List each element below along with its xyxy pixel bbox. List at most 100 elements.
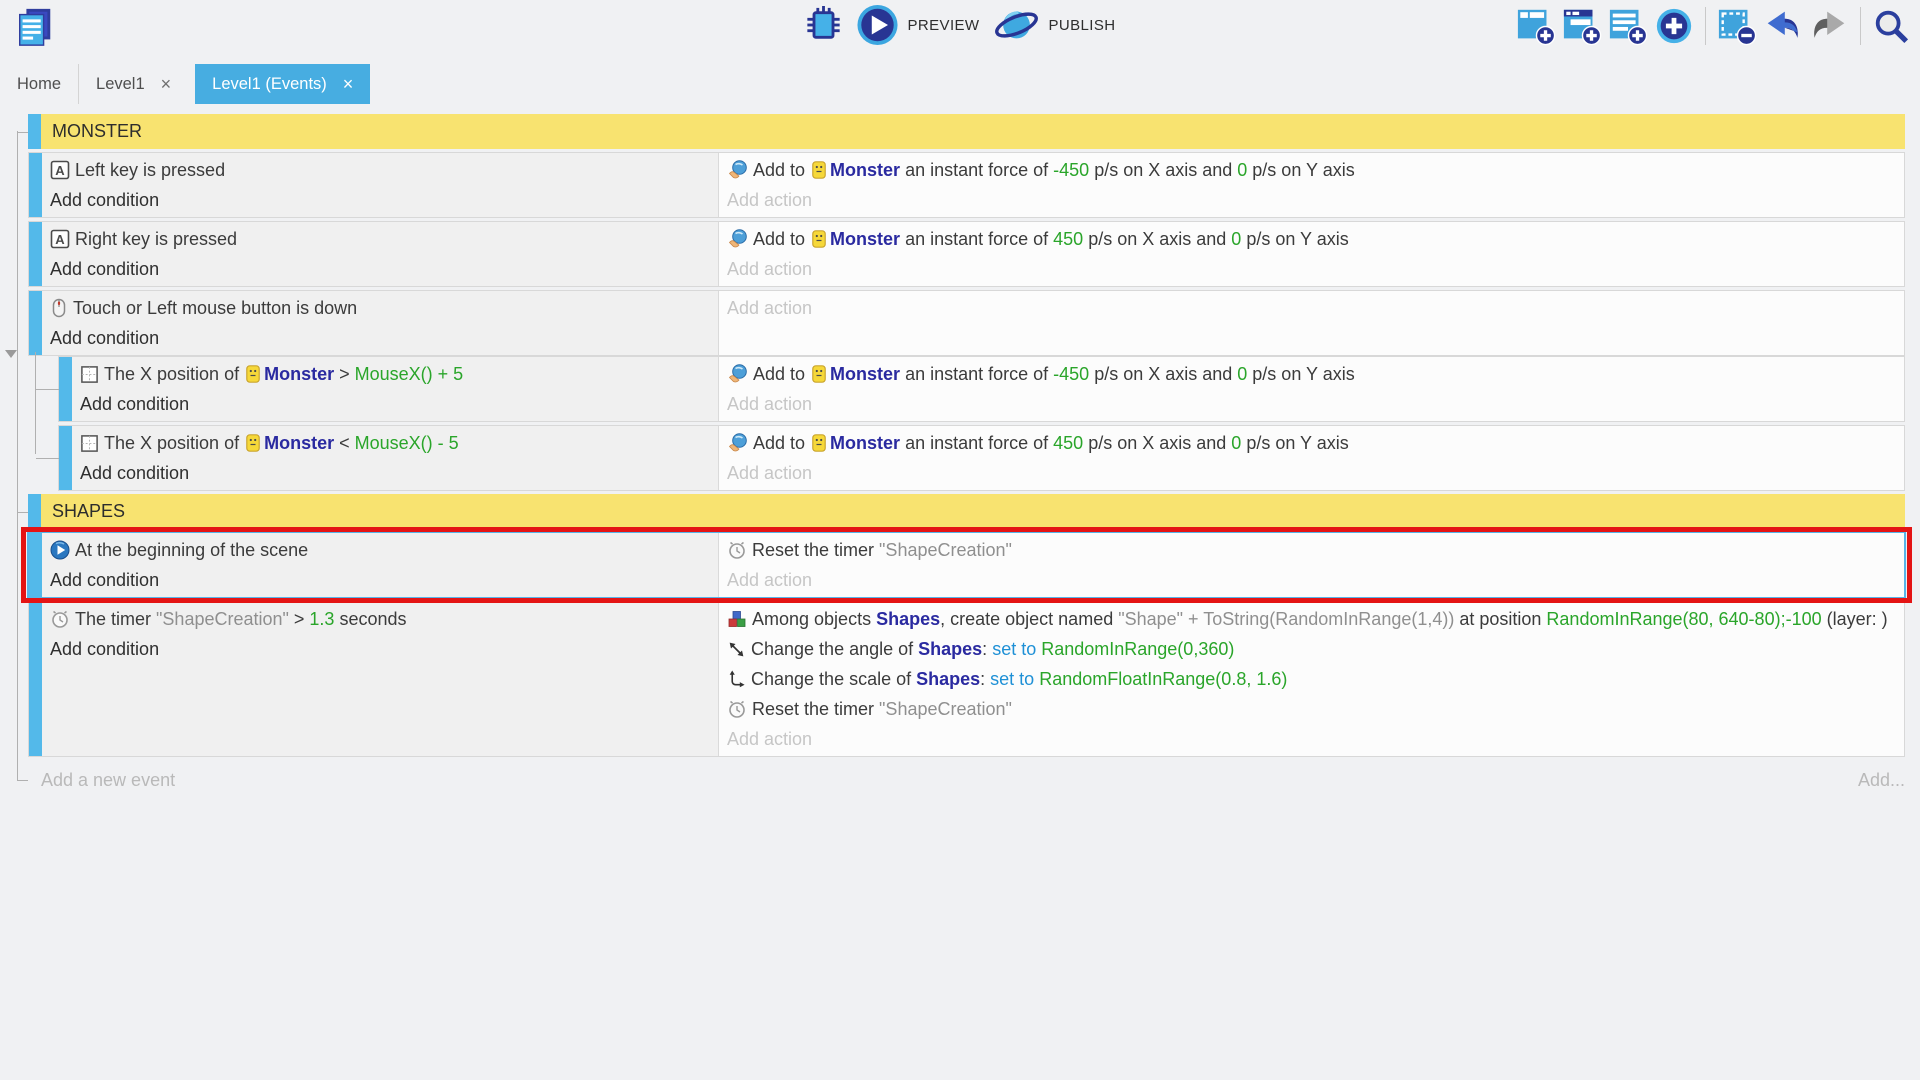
- add-event-icon[interactable]: [1516, 6, 1556, 46]
- add-comment-icon[interactable]: [1608, 6, 1648, 46]
- token-plain: >: [334, 364, 355, 384]
- token-setto: set to: [992, 639, 1041, 659]
- close-icon[interactable]: ×: [161, 75, 172, 93]
- action-line[interactable]: Add to Monster an instant force of -450 …: [727, 359, 1896, 389]
- token-expr: -450: [1053, 364, 1089, 384]
- token-plain: Reset the timer: [752, 540, 879, 560]
- comment-text[interactable]: MONSTER: [41, 114, 1905, 149]
- token-expr: 0: [1237, 160, 1247, 180]
- token-expr: RandomInRange(80, 640-80);-100: [1546, 609, 1821, 629]
- action-line[interactable]: Add to Monster an instant force of -450 …: [727, 155, 1896, 185]
- sub-events: The X position of Monster > MouseX() + 5…: [58, 356, 1905, 491]
- event-selection-strip[interactable]: [29, 602, 42, 756]
- add-new-event-button[interactable]: Add a new event: [41, 765, 175, 795]
- condition-line[interactable]: ALeft key is pressed: [50, 155, 710, 185]
- add-action-button[interactable]: Add action: [727, 565, 1896, 595]
- token-expr: RandomInRange(0,360): [1041, 639, 1234, 659]
- action-line[interactable]: Reset the timer "ShapeCreation": [727, 535, 1896, 565]
- event-selection-strip[interactable]: [28, 494, 41, 529]
- event-selection-strip[interactable]: [29, 153, 42, 217]
- add-action-button[interactable]: Add action: [727, 185, 1896, 215]
- event-selection-strip[interactable]: [59, 357, 72, 421]
- add-action-button[interactable]: Add action: [727, 293, 1896, 323]
- action-line[interactable]: Change the angle of Shapes: set to Rando…: [727, 634, 1896, 664]
- token-object: Shapes: [876, 609, 940, 629]
- condition-line[interactable]: At the beginning of the scene: [50, 535, 710, 565]
- search-icon[interactable]: [1872, 7, 1910, 45]
- token-plain: The X position of: [104, 433, 244, 453]
- tab-level1[interactable]: Level1 ×: [78, 64, 188, 104]
- token-string: "ShapeCreation": [156, 609, 289, 629]
- project-manager-icon[interactable]: [14, 5, 56, 49]
- condition-line[interactable]: The X position of Monster < MouseX() - 5: [80, 428, 710, 458]
- event-selection-strip[interactable]: [59, 426, 72, 490]
- conditions-cell: Touch or Left mouse button is downAdd co…: [42, 291, 719, 355]
- action-line[interactable]: Change the scale of Shapes: set to Rando…: [727, 664, 1896, 694]
- add-condition-button[interactable]: Add condition: [50, 323, 710, 353]
- token-plain: p/s on Y axis: [1241, 229, 1348, 249]
- add-condition-button[interactable]: Add condition: [80, 458, 710, 488]
- event-selection-strip[interactable]: [29, 291, 42, 355]
- add-action-button[interactable]: Add action: [727, 724, 1896, 754]
- close-icon[interactable]: ×: [343, 75, 354, 93]
- events-list: MONSTERALeft key is pressedAdd condition…: [28, 114, 1905, 757]
- action-line[interactable]: Among objects Shapes, create object name…: [727, 604, 1896, 634]
- event-selection-strip[interactable]: [28, 114, 41, 149]
- scale-icon: [727, 670, 746, 689]
- add-subevent-icon[interactable]: [1562, 6, 1602, 46]
- token-expr: MouseX() - 5: [355, 433, 459, 453]
- add-more-button[interactable]: Add...: [1858, 765, 1905, 795]
- comment-text[interactable]: SHAPES: [41, 494, 1905, 529]
- fold-arrow-icon[interactable]: [5, 350, 17, 364]
- conditions-cell: ALeft key is pressedAdd condition: [42, 153, 719, 217]
- action-line[interactable]: Add to Monster an instant force of 450 p…: [727, 428, 1896, 458]
- publish-planet-icon: [993, 4, 1039, 46]
- add-condition-button[interactable]: Add condition: [50, 565, 710, 595]
- token-object: Monster: [264, 364, 334, 384]
- preview-button[interactable]: PREVIEW: [857, 4, 980, 46]
- token-plain: an instant force of: [900, 229, 1053, 249]
- debug-icon[interactable]: [805, 5, 843, 45]
- redo-icon[interactable]: [1809, 8, 1849, 44]
- token-plain: an instant force of: [900, 433, 1053, 453]
- event-row: At the beginning of the scene Add conditi…: [28, 532, 1905, 598]
- conditions-cell: At the beginning of the scene Add conditi…: [42, 533, 719, 597]
- add-condition-button[interactable]: Add condition: [80, 389, 710, 419]
- svg-text:A: A: [55, 163, 65, 178]
- add-condition-button[interactable]: Add condition: [50, 254, 710, 284]
- delete-selection-icon[interactable]: [1717, 6, 1757, 46]
- add-action-button[interactable]: Add action: [727, 254, 1896, 284]
- add-condition-button[interactable]: Add condition: [50, 185, 710, 215]
- token-string: "Shape" + ToString(RandomInRange(1,4)): [1118, 609, 1454, 629]
- condition-line[interactable]: The X position of Monster > MouseX() + 5: [80, 359, 710, 389]
- add-action-button[interactable]: Add action: [727, 458, 1896, 488]
- add-action-button[interactable]: Add action: [727, 389, 1896, 419]
- tab-level1-events[interactable]: Level1 (Events) ×: [195, 64, 370, 104]
- conditions-cell: The timer "ShapeCreation" > 1.3 secondsA…: [42, 602, 719, 756]
- publish-button[interactable]: PUBLISH: [993, 4, 1115, 46]
- token-plain: >: [289, 609, 310, 629]
- force-icon: [727, 229, 748, 249]
- condition-line[interactable]: A Right key is pressed: [50, 224, 710, 254]
- timer-icon: [727, 699, 747, 719]
- tab-home[interactable]: Home: [0, 64, 78, 104]
- condition-line[interactable]: Touch or Left mouse button is down: [50, 293, 710, 323]
- action-line[interactable]: Add to Monster an instant force of 450 p…: [727, 224, 1896, 254]
- event-selection-strip[interactable]: [29, 222, 42, 286]
- svg-text:A: A: [55, 232, 65, 247]
- event-row: The timer "ShapeCreation" > 1.3 secondsA…: [28, 601, 1905, 757]
- token-plain: At the beginning of the scene: [75, 540, 308, 560]
- add-circle-icon[interactable]: [1654, 6, 1694, 46]
- object-thumbnail-icon: [812, 230, 826, 248]
- token-expr: 0: [1231, 229, 1241, 249]
- toolbar-separator: [1860, 7, 1861, 45]
- event-selection-strip[interactable]: [29, 533, 42, 597]
- token-plain: p/s on X axis and: [1089, 364, 1237, 384]
- action-line[interactable]: Reset the timer "ShapeCreation": [727, 694, 1896, 724]
- condition-line[interactable]: The timer "ShapeCreation" > 1.3 seconds: [50, 604, 710, 634]
- token-plain: Right key is pressed: [75, 229, 237, 249]
- object-thumbnail-icon: [812, 365, 826, 383]
- add-condition-button[interactable]: Add condition: [50, 634, 710, 664]
- undo-icon[interactable]: [1763, 8, 1803, 44]
- token-string: "ShapeCreation": [879, 540, 1012, 560]
